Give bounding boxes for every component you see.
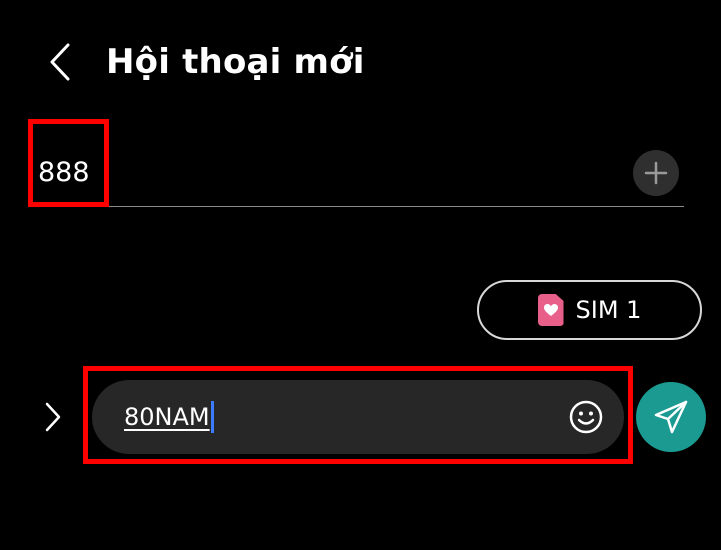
page-title: Hội thoại mới	[106, 42, 365, 82]
text-caret	[210, 401, 214, 433]
message-composer: 80NAM	[92, 380, 624, 454]
send-icon	[654, 400, 688, 434]
back-button[interactable]	[44, 42, 76, 82]
send-button[interactable]	[636, 382, 706, 452]
chevron-right-icon	[45, 402, 61, 432]
sim-label: SIM 1	[575, 296, 642, 324]
sim-selector-button[interactable]: SIM 1	[477, 280, 702, 340]
emoji-button[interactable]	[568, 399, 604, 435]
plus-icon	[644, 161, 668, 185]
expand-options-button[interactable]	[40, 400, 66, 434]
add-recipient-button[interactable]	[633, 150, 679, 196]
message-text: 80NAM	[124, 403, 210, 431]
sim-card-heart-icon	[537, 294, 564, 326]
recipient-input[interactable]	[38, 150, 598, 194]
chevron-left-icon	[50, 43, 70, 81]
message-input[interactable]: 80NAM	[124, 398, 544, 436]
smiley-icon	[569, 400, 603, 434]
recipient-divider	[28, 206, 684, 207]
